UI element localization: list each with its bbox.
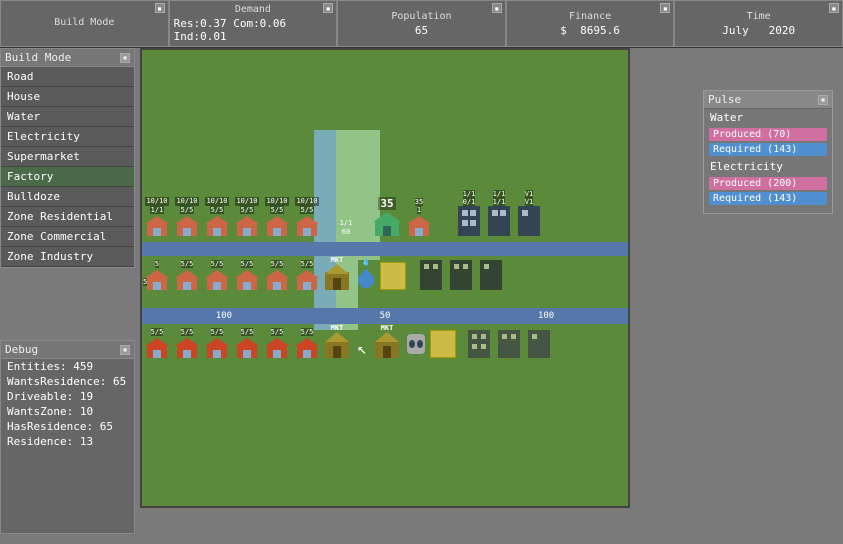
sidebar-item-water[interactable]: Water [1, 107, 134, 127]
population-value: 65 [415, 24, 428, 37]
sidebar-item-road[interactable]: Road [1, 67, 134, 87]
sidebar-item-zone-residential[interactable]: Zone Residential [1, 207, 134, 227]
debug-driveable: Driveable: 19 [1, 389, 134, 404]
game-canvas[interactable]: 10/10 1/1 10/10 5/5 10/10 5/5 10/10 5/5 … [140, 48, 630, 508]
road2-label1: 100 [216, 311, 232, 321]
road2-label2: 50 [380, 311, 391, 321]
build-mode-close[interactable]: ▪ [155, 3, 165, 13]
finance-close[interactable]: ▪ [660, 3, 670, 13]
left-sidebar: Build Mode ▪ Road House Water Electricit… [0, 48, 135, 268]
time-value: July 2020 [722, 24, 795, 37]
sidebar-item-supermarket[interactable]: Supermarket [1, 147, 134, 167]
pulse-title: Pulse ▪ [704, 91, 832, 109]
sidebar-item-zone-industry[interactable]: Zone Industry [1, 247, 134, 267]
debug-panel: Debug ▪ Entities: 459 WantsResidence: 65… [0, 340, 135, 534]
time-panel: Time July 2020 ▪ [674, 0, 843, 47]
debug-wants-zone: WantsZone: 10 [1, 404, 134, 419]
pulse-electricity-required: Required (143) [709, 192, 827, 205]
sidebar-item-house[interactable]: House [1, 87, 134, 107]
debug-close-button[interactable]: ▪ [120, 345, 130, 355]
pulse-electricity-title: Electricity [704, 158, 832, 175]
sidebar-item-bulldoze[interactable]: Bulldoze [1, 187, 134, 207]
pulse-water-produced: Produced (70) [709, 128, 827, 141]
demand-close[interactable]: ▪ [323, 3, 333, 13]
finance-panel: Finance $ 8695.6 ▪ [506, 0, 675, 47]
demand-title: Demand [235, 4, 271, 15]
pulse-electricity-produced: Produced (200) [709, 177, 827, 190]
road2-label3: 100 [538, 311, 554, 321]
sidebar-item-zone-commercial[interactable]: Zone Commercial [1, 227, 134, 247]
debug-has-residence: HasResidence: 65 [1, 419, 134, 434]
pulse-close-button[interactable]: ▪ [818, 95, 828, 105]
time-close[interactable]: ▪ [829, 3, 839, 13]
debug-title: Debug ▪ [1, 341, 134, 359]
pulse-panel: Pulse ▪ Water Produced (70) Required (14… [703, 90, 833, 214]
debug-entities: Entities: 459 [1, 359, 134, 374]
sidebar-item-factory[interactable]: Factory [1, 167, 134, 187]
demand-panel: Demand Res:0.37 Com:0.06 Ind:0.01 ▪ [169, 0, 338, 47]
build-mode-panel: Build Mode ▪ [0, 0, 169, 47]
sidebar-title: Build Mode ▪ [1, 49, 134, 67]
sidebar-close-button[interactable]: ▪ [120, 53, 130, 63]
debug-wants-residence: WantsResidence: 65 [1, 374, 134, 389]
population-title: Population [391, 11, 451, 22]
population-close[interactable]: ▪ [492, 3, 502, 13]
sidebar-item-electricity[interactable]: Electricity [1, 127, 134, 147]
finance-value: $ 8695.6 [560, 24, 620, 37]
build-mode-title: Build Mode [54, 17, 114, 28]
game-world: 10/10 1/1 10/10 5/5 10/10 5/5 10/10 5/5 … [142, 50, 628, 506]
finance-title: Finance [569, 11, 611, 22]
debug-residence: Residence: 13 [1, 434, 134, 449]
top-bar: Build Mode ▪ Demand Res:0.37 Com:0.06 In… [0, 0, 843, 48]
demand-value: Res:0.37 Com:0.06 Ind:0.01 [174, 17, 333, 43]
time-title: Time [747, 11, 771, 22]
pulse-water-required: Required (143) [709, 143, 827, 156]
pulse-water-title: Water [704, 109, 832, 126]
population-panel: Population 65 ▪ [337, 0, 506, 47]
